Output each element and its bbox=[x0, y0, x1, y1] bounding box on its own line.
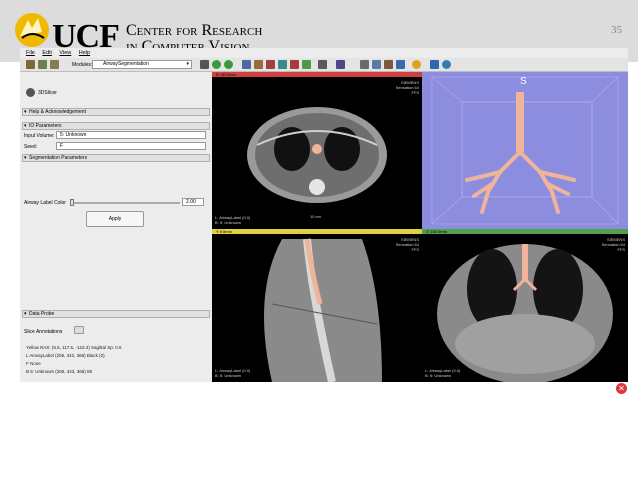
mouse-mode-icon[interactable] bbox=[336, 60, 345, 69]
load-data-icon[interactable] bbox=[26, 60, 35, 69]
modules-label: Modules: bbox=[72, 62, 93, 68]
slicer-logo-icon bbox=[26, 88, 35, 97]
chevron-down-icon: ▾ bbox=[186, 61, 189, 67]
airway-color-value: 2.00 bbox=[186, 199, 196, 205]
3d-airway-render bbox=[431, 76, 619, 225]
sagittal-bottom-left-overlay: L: AirwayLabel (0.0) B: 5: Unknown bbox=[215, 368, 251, 378]
pegasus-logo-icon bbox=[15, 13, 49, 47]
fiducials-icon[interactable] bbox=[302, 60, 311, 69]
models-icon[interactable] bbox=[266, 60, 275, 69]
toolbar: Modules: AirwaySegmentation ▾ bbox=[20, 58, 628, 72]
save-icon[interactable] bbox=[50, 60, 59, 69]
slicer-logo-label: 3DSlicer bbox=[38, 90, 57, 96]
crosshair-settings-icon[interactable] bbox=[384, 60, 393, 69]
section-segmentation-parameters[interactable]: Segmentation Parameters bbox=[22, 154, 210, 162]
airway-color-label: Airway Label Color bbox=[24, 200, 66, 206]
airway-color-slider-track[interactable] bbox=[70, 202, 180, 204]
3d-orientation-label: S bbox=[520, 76, 527, 87]
scene-icon[interactable] bbox=[372, 60, 381, 69]
pan-icon[interactable] bbox=[396, 60, 405, 69]
airway-color-spinbox[interactable]: 2.00 bbox=[182, 198, 204, 206]
axial-scale-label: 10 cm bbox=[310, 214, 321, 219]
search-module-icon[interactable] bbox=[200, 60, 209, 69]
seed-value: F bbox=[60, 143, 64, 149]
probe-line-foreground: F None bbox=[26, 361, 41, 366]
module-panel: 3DSlicer Help & Acknowledgement IO Param… bbox=[20, 72, 212, 382]
seed-select[interactable]: F bbox=[56, 142, 206, 150]
module-select[interactable]: AirwaySegmentation ▾ bbox=[92, 60, 192, 69]
menu-view[interactable]: View bbox=[59, 48, 71, 58]
coronal-slice-view[interactable]: G 150.0mm SIEMENS Sensation 64 FFS L: Airw… bbox=[422, 229, 628, 382]
axial-slice-view[interactable]: R -60.0mm SIEMENS Sensation 64 FFS L: Airw… bbox=[212, 72, 422, 229]
axial-top-right-overlay: SIEMENS Sensation 64 FFS bbox=[395, 80, 419, 95]
slicer-app-window: File Edit View Help Modules: AirwaySegme… bbox=[20, 48, 628, 382]
input-volume-label: Input Volume: bbox=[24, 133, 55, 139]
apply-button[interactable]: Apply bbox=[86, 211, 144, 227]
coronal-top-right-overlay: SIEMENS Sensation 64 FFS bbox=[601, 237, 625, 252]
coronal-ct-image bbox=[437, 244, 613, 382]
probe-line-ras: Yellow RAS: (9.5, 117.5, -123.4) Sagitta… bbox=[26, 345, 122, 350]
seed-label: Seed: bbox=[24, 144, 38, 150]
python-console-icon[interactable] bbox=[442, 60, 451, 69]
sagittal-top-right-overlay: SIEMENS Sensation 64 FFS bbox=[395, 237, 419, 252]
airway-color-slider-handle[interactable] bbox=[70, 199, 74, 206]
transforms-icon[interactable] bbox=[278, 60, 287, 69]
crosshair-icon[interactable] bbox=[412, 60, 421, 69]
extension-manager-icon[interactable] bbox=[430, 60, 439, 69]
input-volume-value: 5: Unknown bbox=[60, 132, 87, 138]
data-icon[interactable] bbox=[242, 60, 251, 69]
back-icon[interactable] bbox=[212, 60, 221, 69]
volumes-icon[interactable] bbox=[254, 60, 263, 69]
menu-file[interactable]: File bbox=[26, 48, 35, 58]
load-dicom-icon[interactable] bbox=[38, 60, 47, 69]
slice-annotations-label: Slice Annotations bbox=[24, 329, 63, 335]
probe-line-label: L AirwayLabel (255, 343, 368) Black (0) bbox=[26, 353, 105, 358]
editor-icon[interactable] bbox=[290, 60, 299, 69]
menu-bar: File Edit View Help bbox=[20, 48, 628, 58]
coronal-bottom-left-overlay: L: AirwayLabel (0.0) B: 5: Unknown bbox=[425, 368, 461, 378]
menu-help[interactable]: Help bbox=[79, 48, 90, 58]
close-icon[interactable]: ✕ bbox=[616, 383, 627, 394]
sagittal-ct-image bbox=[264, 238, 382, 382]
3d-view[interactable]: S bbox=[422, 72, 628, 229]
input-volume-select[interactable]: 5: Unknown bbox=[56, 131, 206, 139]
axial-ct-image bbox=[247, 107, 387, 203]
slice-annotations-button[interactable] bbox=[74, 326, 84, 334]
axial-bottom-left-overlay: L: AirwayLabel (0.0) B: 5: Unknown bbox=[215, 215, 251, 225]
forward-icon[interactable] bbox=[224, 60, 233, 69]
section-data-probe[interactable]: Data Probe bbox=[22, 310, 210, 318]
layout-icon[interactable] bbox=[318, 60, 327, 69]
module-select-value: AirwaySegmentation bbox=[103, 61, 149, 67]
probe-line-background: B 5: Unknown (255, 343, 368) 59 bbox=[26, 369, 93, 374]
section-help[interactable]: Help & Acknowledgement bbox=[22, 108, 210, 116]
screenshot-icon[interactable] bbox=[360, 60, 369, 69]
sagittal-slice-view[interactable]: Y 9.5mm SIEMENS Sensation 64 FFS L: Airway… bbox=[212, 229, 422, 382]
section-io-parameters[interactable]: IO Parameters bbox=[22, 122, 210, 130]
slide-page-number: 35 bbox=[611, 24, 622, 36]
menu-edit[interactable]: Edit bbox=[42, 48, 51, 58]
